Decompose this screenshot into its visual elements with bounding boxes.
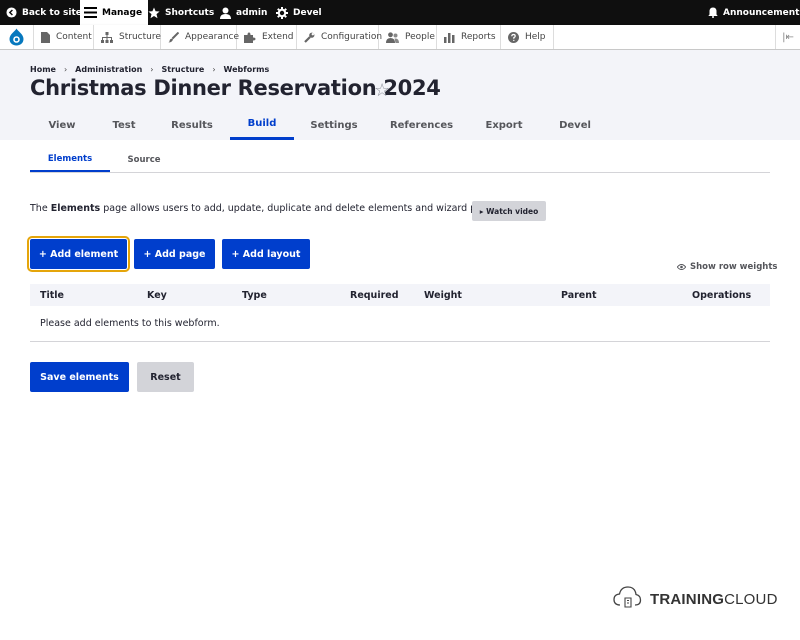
tab-references[interactable]: References <box>374 110 469 140</box>
breadcrumb-webforms[interactable]: Webforms <box>224 65 270 74</box>
manage-tray: Content Structure Appearance Extend Conf… <box>0 25 800 50</box>
subtab-source[interactable]: Source <box>110 148 178 172</box>
puzzle-icon <box>244 32 256 43</box>
elements-table-header: Title Key Type Required Weight Parent Op… <box>30 284 770 306</box>
cloud-logo-icon <box>612 584 642 614</box>
tray-item-content[interactable]: Content <box>34 25 94 49</box>
breadcrumb-home[interactable]: Home <box>30 65 56 74</box>
announcements-tab[interactable]: Announcements <box>708 0 800 25</box>
trainingcloud-logo: TRAININGCLOUD <box>612 584 778 614</box>
add-layout-button[interactable]: + Add layout <box>222 239 310 269</box>
tab-test[interactable]: Test <box>94 110 154 140</box>
user-icon <box>220 7 231 19</box>
tab-export[interactable]: Export <box>469 110 539 140</box>
empty-message: Please add elements to this webform. <box>40 318 220 329</box>
eye-icon <box>677 264 686 270</box>
add-element-button[interactable]: + Add element <box>27 236 130 272</box>
description-bold: Elements <box>50 203 101 214</box>
tab-build[interactable]: Build <box>230 110 294 140</box>
bar-chart-icon <box>444 32 455 43</box>
reset-button[interactable]: Reset <box>137 362 194 392</box>
back-to-site-link[interactable]: Back to site <box>6 0 82 25</box>
favorite-star-icon[interactable]: ☆ <box>374 80 390 102</box>
orientation-toggle-icon: |⇤ <box>782 31 794 43</box>
tray-item-label: Content <box>56 32 92 42</box>
column-title: Title <box>40 289 64 301</box>
file-icon <box>41 31 50 43</box>
breadcrumb-structure[interactable]: Structure <box>161 65 204 74</box>
sitemap-icon <box>101 31 113 43</box>
user-tab[interactable]: admin <box>220 0 267 25</box>
page-description: The Elements page allows users to add, u… <box>30 203 502 214</box>
drupal-logo-icon[interactable] <box>0 25 34 49</box>
tray-item-label: Structure <box>119 32 161 42</box>
column-key: Key <box>147 289 167 301</box>
table-empty-row: Please add elements to this webform. <box>30 306 770 342</box>
user-label: admin <box>236 7 268 18</box>
show-row-weights-label: Show row weights <box>690 262 778 272</box>
help-icon <box>508 31 519 43</box>
tray-item-appearance[interactable]: Appearance <box>161 25 240 49</box>
description-suffix: page allows users to add, update, duplic… <box>100 203 502 214</box>
tray-item-people[interactable]: People <box>379 25 437 49</box>
column-type: Type <box>242 289 267 301</box>
devel-label: Devel <box>293 7 322 18</box>
tray-item-label: Help <box>525 32 546 42</box>
tray-item-configuration[interactable]: Configuration <box>297 25 383 49</box>
breadcrumb-separator: › <box>63 65 68 74</box>
breadcrumb-separator: › <box>212 65 216 74</box>
subtab-elements[interactable]: Elements <box>30 148 110 172</box>
tray-item-label: Reports <box>461 32 496 42</box>
column-operations: Operations <box>692 289 752 301</box>
tray-item-reports[interactable]: Reports <box>437 25 501 49</box>
paintbrush-icon <box>168 31 179 43</box>
tray-item-extend[interactable]: Extend <box>237 25 297 49</box>
column-weight: Weight <box>424 289 462 301</box>
announcements-label: Announcements <box>723 7 800 18</box>
secondary-tabs: Elements Source <box>30 148 770 173</box>
people-icon <box>386 31 399 43</box>
tray-orientation-toggle[interactable]: |⇤ <box>775 25 800 49</box>
breadcrumb: Home › Administration › Structure › Webf… <box>30 65 269 74</box>
tray-item-label: Extend <box>262 32 294 42</box>
brand-name: TRAININGCLOUD <box>650 591 778 608</box>
tab-devel[interactable]: Devel <box>539 110 611 140</box>
column-required: Required <box>350 289 399 301</box>
tray-item-label: Appearance <box>185 32 240 42</box>
tray-item-label: People <box>405 32 435 42</box>
show-row-weights-link[interactable]: Show row weights <box>677 262 777 272</box>
save-elements-button[interactable]: Save elements <box>30 362 129 392</box>
brand-name-rest: CLOUD <box>724 590 778 608</box>
tray-item-label: Configuration <box>321 32 383 42</box>
tab-results[interactable]: Results <box>154 110 230 140</box>
manage-label: Manage <box>102 7 143 18</box>
watch-video-button[interactable]: ▸ Watch video <box>472 201 546 221</box>
add-page-button[interactable]: + Add page <box>134 239 215 269</box>
brand-name-bold: TRAINING <box>650 590 725 608</box>
wrench-icon <box>304 32 315 43</box>
hamburger-menu-icon <box>84 7 97 18</box>
tab-settings[interactable]: Settings <box>294 110 374 140</box>
back-arrow-icon <box>6 7 17 18</box>
star-icon <box>148 7 160 19</box>
tray-item-help[interactable]: Help <box>501 25 554 49</box>
manage-tab[interactable]: Manage <box>80 0 149 25</box>
breadcrumb-administration[interactable]: Administration <box>75 65 142 74</box>
shortcuts-tab[interactable]: Shortcuts <box>148 0 214 25</box>
breadcrumb-separator: › <box>150 65 154 74</box>
description-prefix: The <box>30 203 51 214</box>
bell-icon <box>708 7 718 18</box>
admin-toolbar: Back to site Manage Shortcuts admin Deve… <box>0 0 800 25</box>
tab-view[interactable]: View <box>30 110 94 140</box>
back-to-site-label: Back to site <box>22 7 82 18</box>
tray-item-structure[interactable]: Structure <box>94 25 161 49</box>
devel-tab[interactable]: Devel <box>276 0 322 25</box>
column-parent: Parent <box>561 289 597 301</box>
gear-icon <box>276 6 288 19</box>
shortcuts-label: Shortcuts <box>165 7 215 18</box>
